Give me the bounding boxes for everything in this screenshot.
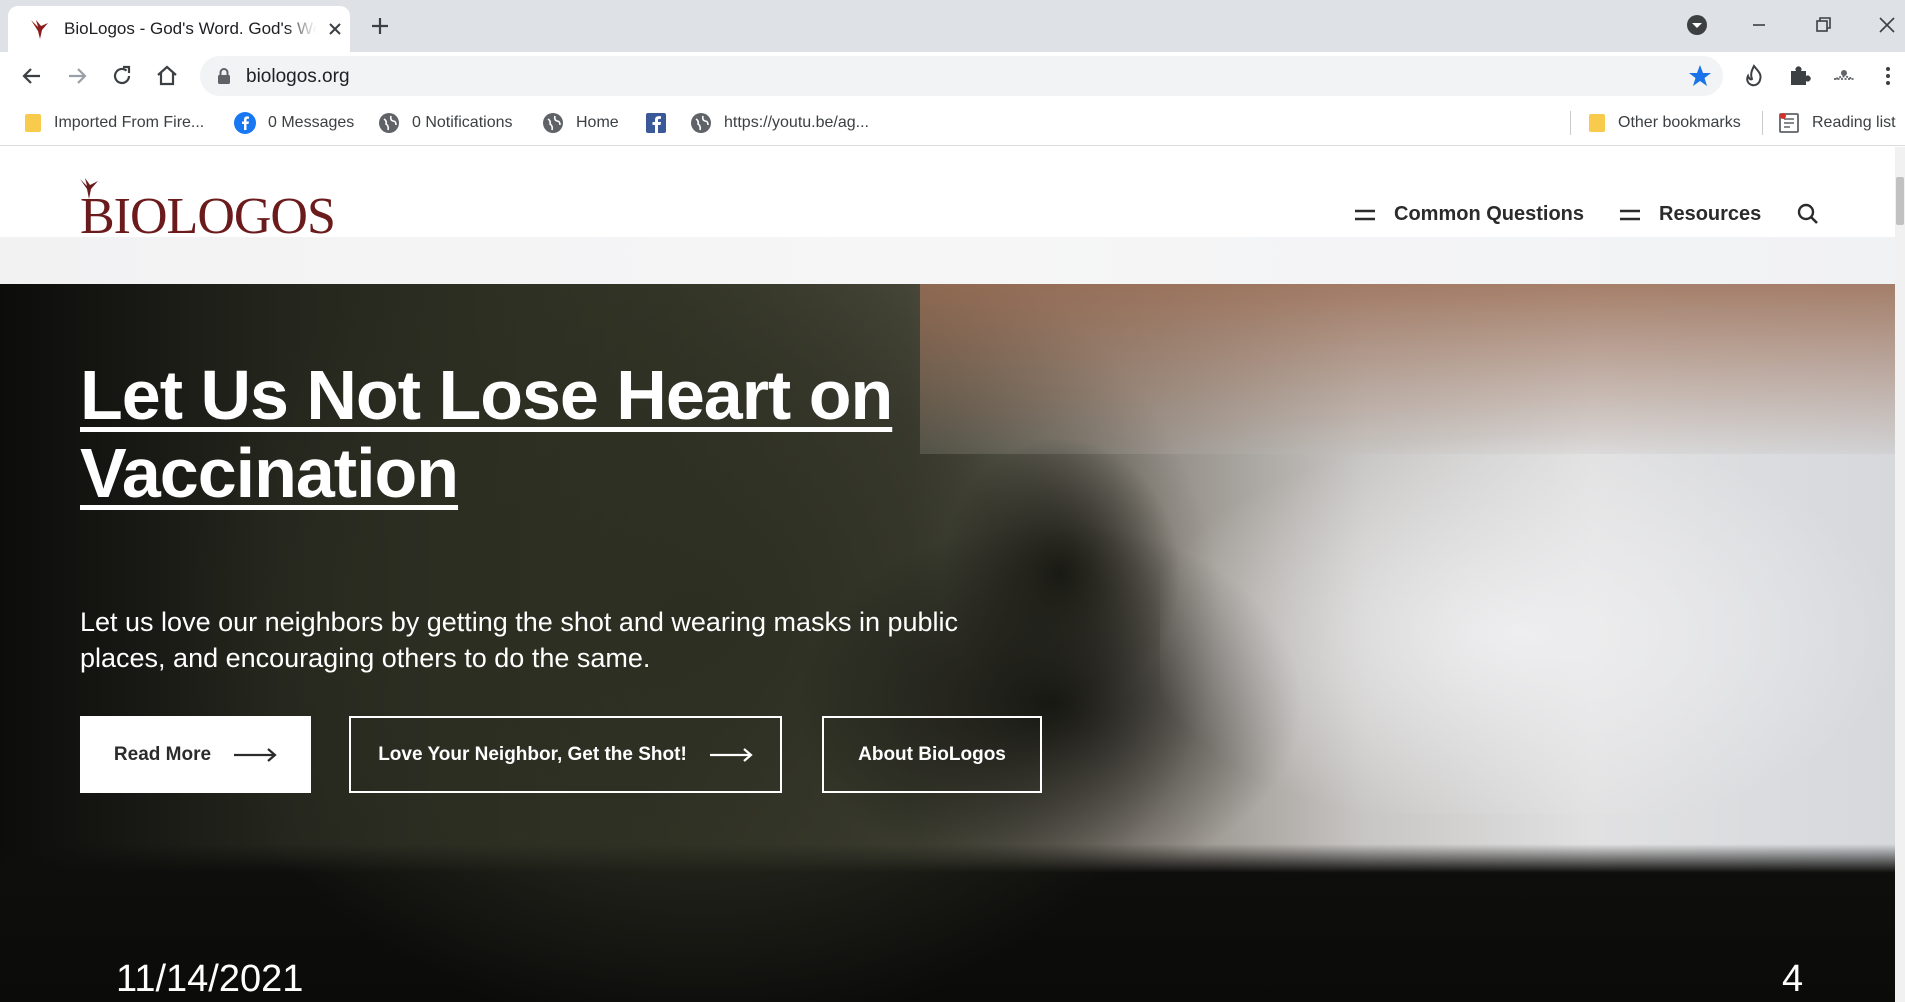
reading-list-button[interactable]: Reading list <box>1778 110 1896 136</box>
bookmark-notifications[interactable]: 0 Notifications <box>378 110 513 136</box>
bookmark-messages[interactable]: 0 Messages <box>234 110 354 136</box>
bookmark-imported-folder[interactable]: Imported From Fire... <box>24 110 204 136</box>
bookmark-star-icon[interactable] <box>1687 63 1713 89</box>
facebook-icon <box>234 112 256 134</box>
menu-bars-icon <box>1355 209 1375 220</box>
tab-title: BioLogos - God's Word. God's World <box>64 19 316 39</box>
extension-flame-icon[interactable] <box>1740 62 1768 90</box>
globe-icon <box>691 113 711 133</box>
lock-icon <box>218 68 230 84</box>
new-tab-icon[interactable] <box>368 14 392 38</box>
other-bookmarks-folder[interactable]: Other bookmarks <box>1588 110 1741 136</box>
nav-common-questions[interactable]: Common Questions <box>1354 203 1584 226</box>
forward-icon[interactable] <box>63 62 91 90</box>
tab-search-icon[interactable] <box>1682 10 1712 40</box>
back-icon[interactable] <box>18 62 46 90</box>
hero-subtitle: Let us love our neighbors by getting the… <box>80 607 959 673</box>
nav-label: Resources <box>1659 203 1762 225</box>
nav-label: Common Questions <box>1394 203 1585 225</box>
reload-icon[interactable] <box>108 62 136 90</box>
page-scrollbar[interactable] <box>1895 147 1905 1002</box>
hero-title-link[interactable]: Let Us Not Lose Heart on Vaccination <box>80 356 980 512</box>
browser-tab-strip: BioLogos - God's Word. God's World <box>0 0 1905 52</box>
biologos-favicon-icon <box>31 20 48 39</box>
slide-date: 11/14/2021 <box>116 958 304 1000</box>
button-label: About BioLogos <box>858 743 1006 765</box>
close-tab-icon[interactable] <box>326 20 344 38</box>
folder-icon <box>1589 114 1605 132</box>
restore-window-icon[interactable] <box>1808 10 1838 40</box>
site-header: BIOLOGOS Common Questions Resources <box>0 147 1905 245</box>
profile-extension-icon[interactable] <box>1830 62 1858 90</box>
search-icon[interactable] <box>1796 202 1820 226</box>
get-the-shot-button[interactable]: Love Your Neighbor, Get the Shot! <box>349 716 782 793</box>
address-bar[interactable]: biologos.org <box>200 56 1723 96</box>
bookmarks-bar: Imported From Fire... 0 Messages 0 Notif… <box>0 100 1905 146</box>
facebook-icon <box>646 113 666 133</box>
home-icon[interactable] <box>153 62 181 90</box>
minimize-window-icon[interactable] <box>1744 10 1774 40</box>
other-bookmarks-label: Other bookmarks <box>1618 114 1741 131</box>
button-label: Read More <box>113 743 212 765</box>
menu-dots-icon[interactable] <box>1874 62 1902 90</box>
bookmark-separator <box>1570 111 1571 135</box>
bookmark-facebook[interactable] <box>645 110 679 136</box>
bookmark-label: https://youtu.be/ag... <box>724 114 869 131</box>
reading-list-icon <box>1779 113 1799 133</box>
bookmark-label: 0 Notifications <box>412 114 513 131</box>
arrow-right-icon <box>234 747 277 762</box>
hero-banner: Let Us Not Lose Heart on Vaccination Let… <box>0 284 1895 1002</box>
globe-icon <box>543 113 563 133</box>
bookmark-label: 0 Messages <box>268 114 355 131</box>
read-more-button[interactable]: Read More <box>80 716 311 793</box>
arrow-right-icon <box>709 747 753 762</box>
close-window-icon[interactable] <box>1872 10 1902 40</box>
bookmark-separator <box>1762 111 1763 135</box>
scrollbar-thumb[interactable] <box>1896 177 1904 225</box>
menu-bars-icon <box>1620 209 1640 220</box>
biologos-logo[interactable]: BIOLOGOS <box>80 177 350 245</box>
button-label: Love Your Neighbor, Get the Shot! <box>378 743 687 765</box>
hero-background-window <box>1160 434 1890 814</box>
reading-list-label: Reading list <box>1812 114 1896 131</box>
bookmark-home[interactable]: Home <box>542 110 619 136</box>
bookmark-label: Home <box>576 114 619 131</box>
folder-icon <box>25 114 41 132</box>
header-sub-band <box>0 237 1905 284</box>
extensions-puzzle-icon[interactable] <box>1785 62 1813 90</box>
globe-icon <box>379 113 399 133</box>
about-biologos-button[interactable]: About BioLogos <box>822 716 1042 793</box>
bookmark-youtube-link[interactable]: https://youtu.be/ag... <box>690 110 869 136</box>
bookmark-label: Imported From Fire... <box>54 114 205 131</box>
browser-tab-active[interactable]: BioLogos - God's Word. God's World <box>8 6 350 52</box>
slide-number: 4 <box>1782 958 1804 1000</box>
browser-toolbar: biologos.org <box>0 52 1905 100</box>
url-text: biologos.org <box>246 66 350 87</box>
nav-resources[interactable]: Resources <box>1619 203 1761 226</box>
